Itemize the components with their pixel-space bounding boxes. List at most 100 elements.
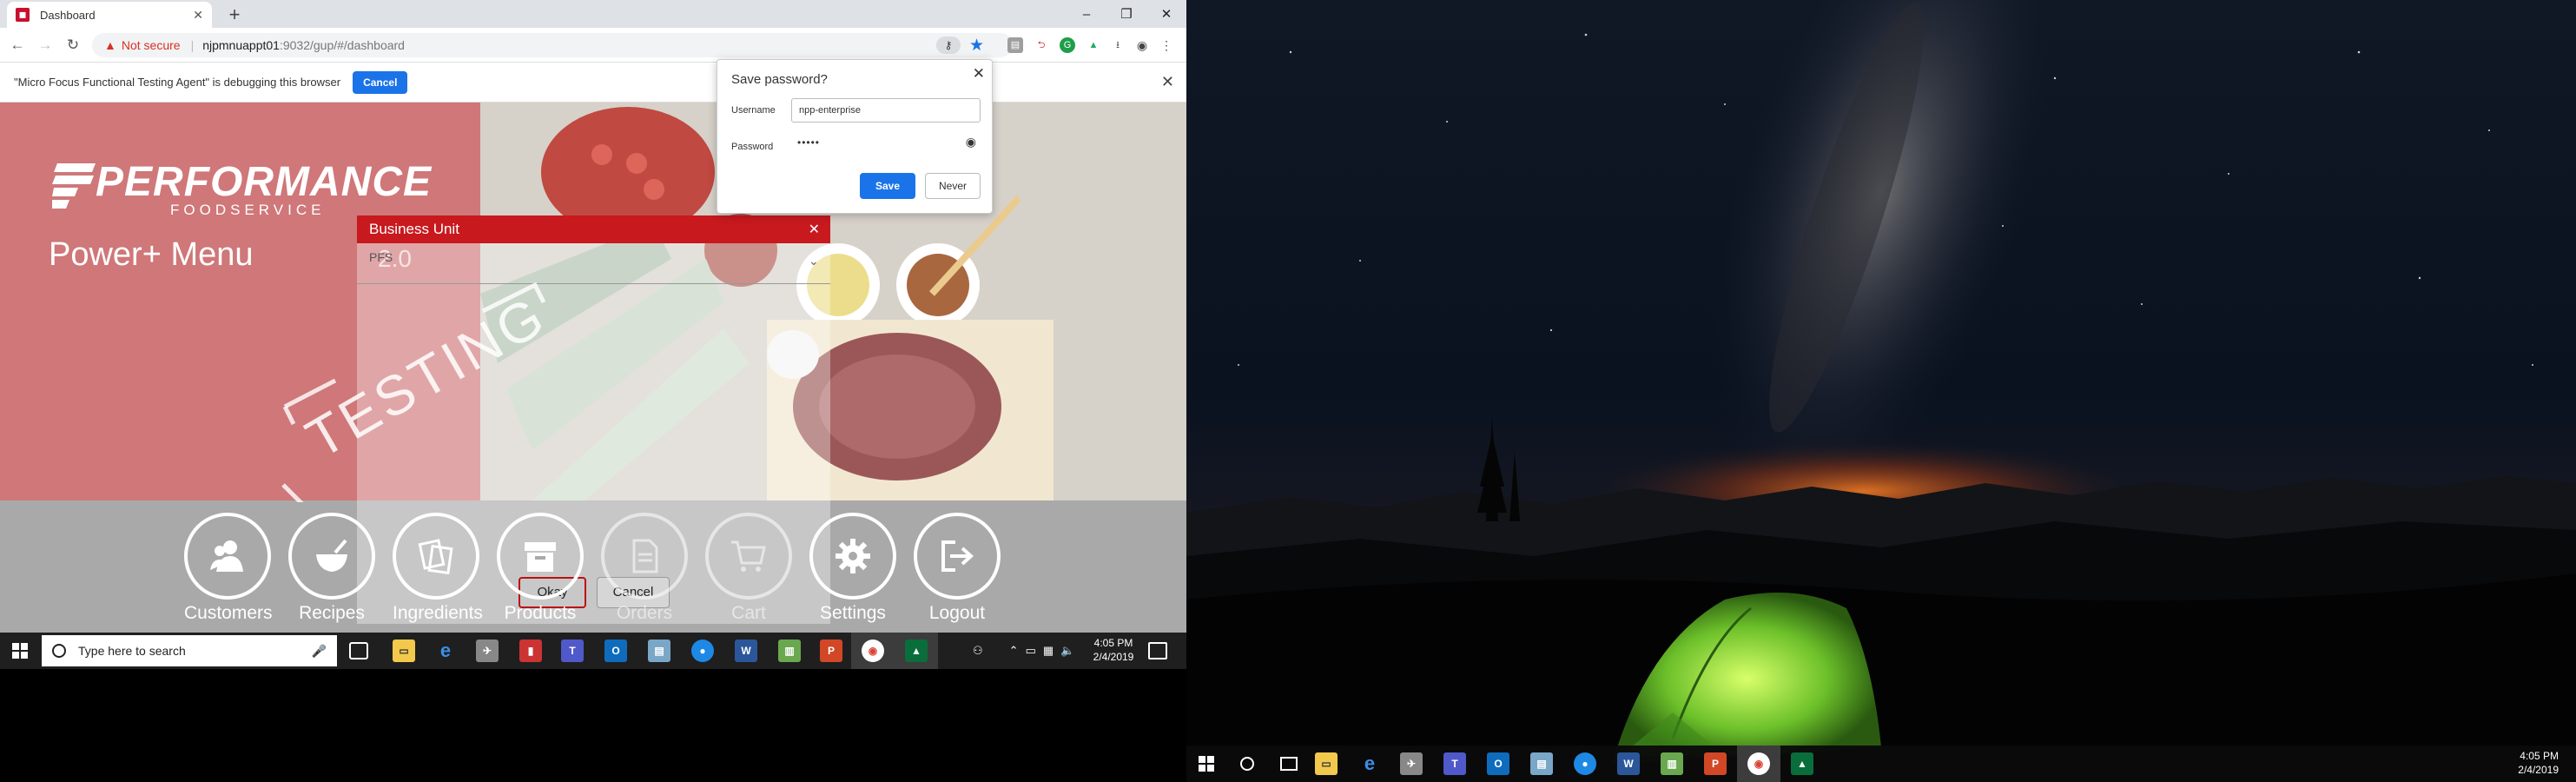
chevron-down-icon[interactable]: ⌄ [809, 254, 819, 268]
microphone-icon[interactable]: 🎤 [312, 644, 327, 659]
nav-products[interactable]: Products [497, 513, 584, 624]
app-icon-4[interactable]: ● [1574, 752, 1596, 775]
word-icon[interactable]: W [1617, 752, 1640, 775]
menu-kebab-icon[interactable]: ⋮ [1159, 37, 1174, 53]
outlook-icon[interactable]: O [1487, 752, 1509, 775]
nav-ingredients[interactable]: Ingredients [393, 513, 483, 624]
task-view-icon[interactable] [349, 642, 368, 659]
file-explorer-icon[interactable]: ▭ [1315, 752, 1338, 775]
app-icon-5[interactable]: ▥ [1661, 752, 1683, 775]
nav-logout[interactable]: Logout [914, 513, 1001, 624]
never-button[interactable]: Never [925, 173, 981, 199]
right-monitor-desktop: ▭ e ✈ T O ▤ ● W ▥ P ◉ ▲ 4:05 PM 2/4/2019 [1186, 0, 2576, 782]
tab-dashboard[interactable]: ◼ Dashboard ✕ [7, 2, 212, 28]
extension-download-icon[interactable]: ⭳ [1110, 37, 1126, 53]
back-icon[interactable]: ← [7, 35, 28, 56]
teams-icon[interactable]: T [561, 640, 584, 662]
tab-title: Dashboard [40, 8, 96, 22]
close-popup-icon[interactable]: ✕ [973, 65, 985, 83]
nav-ingredients-label: Ingredients [393, 603, 483, 623]
battery-icon[interactable]: ▭ [1026, 644, 1036, 658]
nav-recipes-label: Recipes [299, 603, 365, 623]
not-secure-label[interactable]: Not secure [122, 38, 181, 52]
key-icon[interactable]: ⚷ [936, 36, 961, 54]
business-unit-select[interactable]: PFS [369, 250, 393, 264]
windows-start-icon[interactable] [1199, 756, 1214, 772]
word-icon[interactable]: W [735, 640, 757, 662]
infobar-cancel-button[interactable]: Cancel [353, 70, 408, 94]
network-icon[interactable]: ▦ [1043, 644, 1054, 658]
business-unit-header: Business Unit ✕ [357, 215, 830, 243]
cart-icon [705, 513, 792, 600]
nav-cart-label: Cart [731, 603, 766, 623]
nav-settings[interactable]: Settings [809, 513, 896, 624]
nav-customers-label: Customers [184, 603, 273, 623]
star-icon[interactable]: ★ [969, 36, 984, 56]
url-path: :9032/gup/#/dashboard [279, 38, 405, 52]
clock-right[interactable]: 4:05 PM 2/4/2019 [2518, 749, 2559, 777]
task-view-icon[interactable] [1280, 757, 1298, 771]
nav-cart[interactable]: Cart [705, 513, 792, 624]
agent-icon[interactable]: ▲ [905, 640, 928, 662]
new-tab-button[interactable]: + [224, 3, 245, 26]
extension-red-icon[interactable]: ⮌ [1034, 37, 1049, 53]
cortana-icon[interactable] [1240, 757, 1254, 771]
app-icon-2[interactable]: ▮ [519, 640, 542, 662]
powerpoint-icon[interactable]: P [1704, 752, 1727, 775]
window-drag-handle[interactable] [556, 0, 625, 5]
close-dialog-icon[interactable]: ✕ [809, 221, 820, 238]
taskbar-search[interactable]: Type here to search 🎤 [42, 635, 337, 666]
address-bar[interactable]: ▲ Not secure | njpmnuappt01 :9032/gup/#/… [92, 33, 1013, 57]
app-icon-4[interactable]: ● [691, 640, 714, 662]
clock-left[interactable]: 4:05 PM 2/4/2019 [1087, 636, 1139, 664]
reload-icon[interactable]: ↻ [63, 35, 83, 56]
save-password-popup: Save password? ✕ Username npp-enterprise… [717, 59, 993, 214]
edge-icon[interactable]: e [434, 640, 457, 662]
password-label: Password [731, 142, 774, 152]
close-tab-icon[interactable]: ✕ [193, 8, 203, 23]
windows-start-icon[interactable] [12, 643, 28, 659]
outlook-icon[interactable]: O [604, 640, 627, 662]
people-icon[interactable]: ⚇ [973, 644, 983, 658]
ingredients-icon [393, 513, 479, 600]
minimize-button[interactable]: – [1067, 0, 1106, 28]
nav-orders[interactable]: Orders [601, 513, 688, 624]
nav-products-label: Products [504, 603, 577, 623]
file-explorer-icon[interactable]: ▭ [393, 640, 415, 662]
forward-icon[interactable]: → [35, 35, 56, 56]
performance-logo-icon [52, 163, 96, 209]
app-icon-1[interactable]: ✈ [1400, 752, 1423, 775]
app-icon-5[interactable]: ▥ [778, 640, 801, 662]
nav-recipes[interactable]: Recipes [288, 513, 375, 624]
chrome-icon[interactable]: ◉ [1747, 752, 1770, 775]
teams-icon[interactable]: T [1443, 752, 1466, 775]
close-window-button[interactable]: ✕ [1146, 0, 1186, 28]
app-icon-3[interactable]: ▤ [648, 640, 670, 662]
save-password-button[interactable]: Save [860, 173, 915, 199]
agent-icon[interactable]: ▲ [1791, 752, 1813, 775]
nav-customers[interactable]: Customers [184, 513, 273, 624]
notification-icon[interactable] [1148, 642, 1167, 659]
search-icon [52, 644, 66, 658]
edge-icon[interactable]: e [1358, 752, 1381, 775]
chevron-up-icon[interactable]: ⌃ [1009, 644, 1019, 658]
chrome-icon[interactable]: ◉ [862, 640, 884, 662]
extension-gray-icon[interactable]: ▤ [1007, 37, 1023, 53]
profile-icon[interactable]: ◉ [1134, 37, 1150, 53]
password-value: ••••• [797, 136, 821, 149]
restore-button[interactable]: ❐ [1106, 0, 1146, 28]
customers-icon [184, 513, 271, 600]
app-icon-1[interactable]: ✈ [476, 640, 499, 662]
extension-drive-icon[interactable]: ▲ [1086, 37, 1101, 53]
eye-icon[interactable]: ◉ [966, 135, 976, 149]
brand-name: PERFORMANCE [96, 159, 433, 205]
app-icon-3[interactable]: ▤ [1530, 752, 1553, 775]
username-field[interactable]: npp-enterprise [791, 98, 981, 123]
date-right: 2/4/2019 [2518, 764, 2559, 776]
nav-logout-label: Logout [928, 603, 986, 623]
extension-green-icon[interactable]: G [1060, 37, 1075, 53]
infobar-close-icon[interactable]: ✕ [1161, 73, 1174, 91]
volume-icon[interactable]: 🔈 [1060, 644, 1074, 658]
left-monitor: ◼ Dashboard ✕ + – ❐ ✕ ← → ↻ ▲ Not secure… [0, 0, 1186, 782]
powerpoint-icon[interactable]: P [820, 640, 842, 662]
